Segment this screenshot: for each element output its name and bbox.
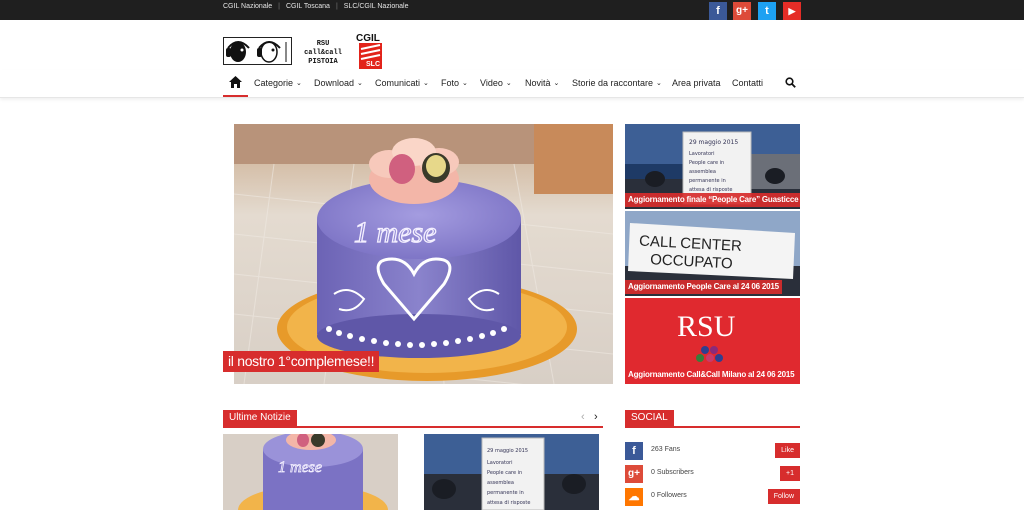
plus-one-button[interactable]: +1: [780, 466, 800, 481]
social-row-soundcloud: ☁ 0 Followers Follow: [625, 488, 800, 506]
nav-label: Foto: [441, 78, 460, 88]
sign-line: attesa di risposte: [487, 500, 530, 506]
sign-line: permanente in: [689, 178, 726, 184]
top-bar: CGIL Nazionale | CGIL Toscana | SLC/CGIL Naz…: [0, 0, 1024, 20]
chevron-down-icon: ⌄: [553, 80, 560, 87]
side-card-caption: Aggiornamento Call&Call Milano al 24 06 …: [628, 370, 795, 379]
site-logo-text[interactable]: RSU call&call PISTOIA: [300, 40, 346, 67]
separator: |: [335, 3, 338, 10]
follow-button[interactable]: Follow: [767, 489, 800, 504]
chevron-right-icon[interactable]: ›: [594, 411, 598, 423]
home-icon[interactable]: [229, 76, 242, 90]
sign-line: 29 maggio 2015: [689, 139, 738, 146]
side-card-callcall-milano[interactable]: RSU Aggiornamento Call&Call Milano al 24…: [625, 298, 800, 384]
headset-profile-icon: [226, 41, 250, 62]
nav-item-contatti[interactable]: Contatti: [732, 78, 763, 88]
youtube-icon[interactable]: ▶: [783, 2, 801, 20]
sign-line: Lavoratori: [487, 460, 512, 466]
soundcloud-icon[interactable]: ☁: [625, 488, 643, 506]
cake-text: 1 mese: [278, 459, 322, 476]
hero-caption[interactable]: il nostro 1°complemese!!: [223, 351, 380, 372]
nav-label: Download: [314, 78, 355, 88]
nav-item-storie[interactable]: Storie da raccontare ⌄: [572, 78, 662, 88]
chevron-down-icon: ⌄: [296, 80, 302, 87]
sign-line: 29 maggio 2015: [487, 448, 528, 454]
side-card-people-care-24-06[interactable]: CALL CENTER OCCUPATO Aggiornamento Peopl…: [625, 211, 800, 296]
active-nav-indicator: [223, 95, 248, 97]
chevron-down-icon: ⌄: [357, 80, 363, 87]
cake-text: 1 mese: [354, 216, 436, 249]
social-count: 263 Fans: [651, 446, 681, 453]
nav-item-video[interactable]: Video ⌄: [480, 78, 512, 88]
logo-line-pistoia: PISTOIA: [308, 58, 338, 66]
cgil-slc-logo[interactable]: CGIL SLC: [355, 31, 383, 69]
section-title-social: SOCIAL: [625, 410, 674, 426]
nav-label: Categorie: [254, 78, 294, 88]
side-card-caption: Aggiornamento People Care al 24 06 2015: [625, 280, 782, 294]
sign-line: People care in: [689, 160, 724, 166]
nav-label: Contatti: [732, 78, 764, 88]
logo-line-callcall: call&call: [304, 49, 342, 57]
nav-item-foto[interactable]: Foto ⌄: [441, 78, 468, 88]
social-row-googleplus: g+ 0 Subscribers +1: [625, 465, 800, 483]
social-count: 0 Followers: [651, 492, 687, 499]
nav-label: Comunicati: [375, 78, 421, 88]
chevron-down-icon: ⌄: [423, 80, 429, 87]
headset-profile-outline-icon: [257, 41, 281, 63]
googleplus-icon[interactable]: g+: [625, 465, 643, 483]
section-title-ultime-notizie: Ultime Notizie: [223, 410, 297, 426]
rsu-text: RSU: [677, 310, 736, 343]
top-link-cgil-toscana[interactable]: CGIL Toscana: [286, 3, 330, 10]
top-link-slc-cgil[interactable]: SLC/CGIL Nazionale: [344, 3, 409, 10]
nav-label: Video: [480, 78, 503, 88]
slc-logo-text: SLC: [366, 61, 380, 68]
sign-line: assemblea: [487, 480, 514, 486]
like-button[interactable]: Like: [775, 443, 800, 458]
side-card-caption: Aggiornamento finale “People Care” Guast…: [625, 193, 800, 207]
twitter-icon[interactable]: t: [758, 2, 776, 20]
chevron-down-icon: ⌄: [505, 80, 512, 87]
sign-line: permanente in: [487, 490, 524, 496]
sign-line: assemblea: [689, 169, 716, 175]
social-count: 0 Subscribers: [651, 469, 694, 476]
separator: |: [278, 3, 280, 10]
news-thumbnail-people-care[interactable]: 29 maggio 2015 Lavoratori People care in…: [424, 434, 599, 510]
nav-label: Novità: [525, 78, 551, 88]
nav-item-categorie[interactable]: Categorie ⌄: [254, 78, 302, 88]
nav-label: Storie da raccontare: [572, 78, 654, 88]
nav-item-area-privata[interactable]: Area privata: [672, 78, 721, 88]
facebook-icon[interactable]: f: [625, 442, 643, 460]
social-row-facebook: f 263 Fans Like: [625, 442, 800, 460]
news-thumbnail-cake[interactable]: 1 mese: [223, 434, 398, 510]
nav-label: Area privata: [672, 78, 721, 88]
nav-item-novita[interactable]: Novità ⌄: [525, 78, 559, 88]
section-divider: [223, 426, 603, 428]
top-link-cgil-nazionale[interactable]: CGIL Nazionale: [223, 3, 272, 10]
sign-line: Lavoratori: [689, 151, 714, 157]
cgil-logo-text: CGIL: [356, 33, 380, 44]
chevron-down-icon: ⌄: [656, 80, 662, 87]
search-icon[interactable]: [785, 77, 796, 90]
side-card-people-care-guasticce[interactable]: 29 maggio 2015 Lavoratori People care in…: [625, 124, 800, 209]
googleplus-icon[interactable]: g+: [733, 2, 751, 20]
hero-image[interactable]: 1 mese: [234, 124, 613, 384]
site-logo-image[interactable]: [223, 37, 292, 65]
section-divider: [625, 426, 800, 428]
logo-line-rsu: RSU: [316, 40, 330, 48]
facebook-icon[interactable]: f: [709, 2, 727, 20]
chevron-left-icon[interactable]: ‹: [581, 411, 585, 423]
chevron-down-icon: ⌄: [462, 80, 468, 87]
sign-line: People care in: [487, 470, 522, 476]
nav-item-download[interactable]: Download ⌄: [314, 78, 363, 88]
main-navigation: Categorie ⌄ Download ⌄ Comunicati ⌄ Foto ⌄ V…: [0, 70, 1024, 98]
nav-item-comunicati[interactable]: Comunicati ⌄: [375, 78, 429, 88]
top-links: CGIL Nazionale | CGIL Toscana | SLC/CGIL Naz…: [223, 3, 409, 10]
